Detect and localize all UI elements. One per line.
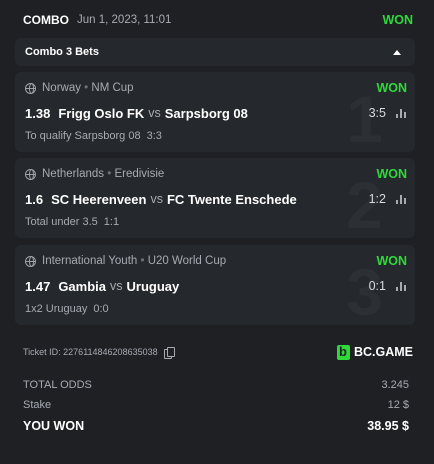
bet-market: 1x2 Uruguay 0:0 bbox=[25, 303, 109, 317]
away-team: Uruguay bbox=[126, 278, 180, 294]
league-name: NM Cup bbox=[91, 82, 134, 94]
versus-label: vs bbox=[110, 279, 123, 293]
bet-card: 2 Netherlands • Eredivisie WON 1.6 SC He… bbox=[15, 158, 415, 238]
total-odds-row: TOTAL ODDS 3.245 bbox=[23, 379, 409, 391]
bar-chart-icon[interactable] bbox=[396, 194, 407, 204]
globe-icon bbox=[25, 82, 36, 94]
bet-type: COMBO bbox=[23, 13, 69, 27]
ticket-id: Ticket ID: 2276114846208635038 bbox=[23, 347, 158, 357]
globe-icon bbox=[25, 255, 36, 267]
globe-icon bbox=[25, 168, 36, 180]
bet-status-badge: WON bbox=[376, 254, 407, 268]
bet-market: Total under 3.5 1:1 bbox=[25, 216, 119, 230]
match-score: 3:5 bbox=[368, 106, 386, 120]
bet-header: COMBO Jun 1, 2023, 11:01 WON bbox=[23, 10, 413, 30]
total-odds-value: 3.245 bbox=[381, 379, 409, 391]
bet-status-badge: WON bbox=[382, 13, 413, 27]
bet-card: 3 International Youth • U20 World Cup WO… bbox=[15, 245, 415, 325]
market-value: 3:3 bbox=[146, 130, 162, 142]
ticket-row: Ticket ID: 2276114846208635038 BC.GAME bbox=[23, 343, 413, 361]
bar-chart-icon[interactable] bbox=[396, 108, 407, 118]
bet-slip-panel: COMBO Jun 1, 2023, 11:01 WON Combo 3 Bet… bbox=[0, 0, 434, 464]
league-name: Eredivisie bbox=[114, 168, 165, 180]
combo-toggle-label: Combo 3 Bets bbox=[25, 46, 99, 58]
stake-value: 12 $ bbox=[387, 399, 409, 411]
stake-row: Stake 12 $ bbox=[23, 399, 409, 411]
caret-up-icon[interactable] bbox=[393, 49, 401, 55]
stake-label: Stake bbox=[23, 399, 52, 411]
market-value: 0:0 bbox=[93, 303, 109, 315]
home-team: SC Heerenveen bbox=[51, 191, 147, 207]
home-team: Gambia bbox=[58, 278, 106, 294]
versus-label: vs bbox=[148, 106, 161, 120]
payout-row: YOU WON 38.95 $ bbox=[23, 419, 409, 433]
league-label: Netherlands • Eredivisie bbox=[42, 168, 165, 180]
league-label: International Youth • U20 World Cup bbox=[42, 255, 227, 267]
league-name: U20 World Cup bbox=[147, 255, 227, 267]
away-team: FC Twente Enschede bbox=[166, 191, 297, 207]
match-score: 0:1 bbox=[368, 279, 386, 293]
bcgame-logo-icon bbox=[336, 344, 350, 360]
versus-label: vs bbox=[150, 192, 163, 206]
market-value: 1:1 bbox=[103, 216, 120, 228]
payout-label: YOU WON bbox=[23, 419, 85, 433]
league-label: Norway • NM Cup bbox=[42, 82, 134, 94]
payout-value: 38.95 $ bbox=[367, 419, 409, 433]
market-label: 1x2 Uruguay bbox=[25, 303, 88, 315]
bet-date: Jun 1, 2023, 11:01 bbox=[77, 14, 172, 26]
bet-status-badge: WON bbox=[376, 167, 407, 181]
home-team: Frigg Oslo FK bbox=[58, 105, 145, 121]
total-odds-label: TOTAL ODDS bbox=[23, 379, 92, 391]
copy-icon[interactable] bbox=[163, 346, 175, 359]
combo-toggle[interactable]: Combo 3 Bets bbox=[15, 38, 415, 66]
bet-market: To qualify Sarpsborg 08 3:3 bbox=[25, 130, 162, 144]
league-country: Norway bbox=[42, 82, 81, 94]
bet-card: 1 Norway • NM Cup WON 1.38 Frigg Oslo FK… bbox=[15, 72, 415, 152]
market-label: To qualify Sarpsborg 08 bbox=[25, 130, 141, 142]
bar-chart-icon[interactable] bbox=[396, 281, 407, 291]
bet-odds: 1.38 bbox=[25, 105, 51, 121]
away-team: Sarpsborg 08 bbox=[164, 105, 248, 121]
match-score: 1:2 bbox=[368, 192, 386, 206]
bet-status-badge: WON bbox=[376, 81, 407, 95]
bet-odds: 1.6 bbox=[25, 191, 44, 207]
brand-name: BC.GAME bbox=[353, 345, 413, 359]
market-label: Total under 3.5 bbox=[25, 216, 98, 228]
bet-odds: 1.47 bbox=[25, 278, 51, 294]
league-country: International Youth bbox=[42, 255, 138, 267]
brand-logo: BC.GAME bbox=[336, 344, 413, 360]
league-country: Netherlands bbox=[42, 168, 105, 180]
